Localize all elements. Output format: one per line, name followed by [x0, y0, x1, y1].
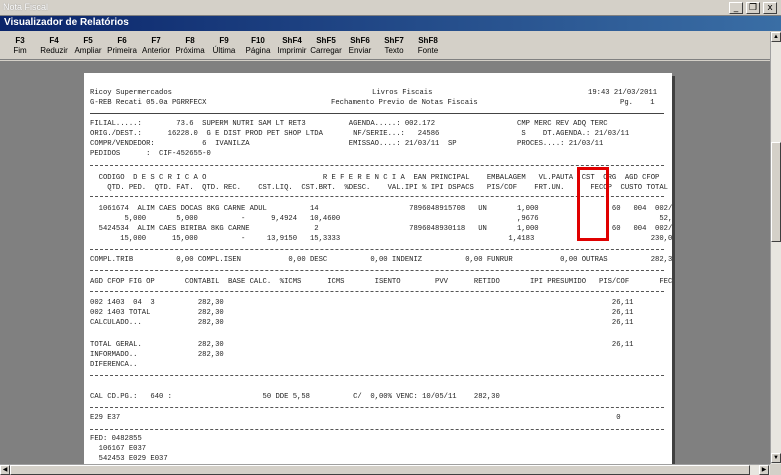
- toolbar-enviar-button[interactable]: ShF6 Enviar: [342, 35, 378, 56]
- toolbar-anterior-button[interactable]: F7 Anterior: [138, 35, 174, 56]
- toolbar-reduzir-button[interactable]: F4 Reduzir: [36, 35, 72, 56]
- toolbar-key: ShF6: [350, 36, 370, 45]
- toolbar-label: Carregar: [310, 46, 342, 55]
- report-viewer-title: Visualizador de Relatórios: [4, 17, 129, 28]
- toolbar-key: F5: [83, 36, 93, 45]
- toolbar-label: Enviar: [348, 46, 372, 55]
- separator: [90, 249, 664, 250]
- toolbar-carregar-button[interactable]: ShF5 Carregar: [308, 35, 344, 56]
- toolbar-fonte-button[interactable]: ShF8 Fonte: [410, 35, 446, 56]
- report-page-number: Pg. 1: [620, 99, 655, 107]
- toolbar-key: F10: [251, 36, 265, 45]
- separator: [90, 113, 664, 114]
- horizontal-scroll-thumb[interactable]: [10, 465, 750, 475]
- totals-line: COMPL.TRIB 0,00 COMPL.ISEN 0,00 DESC 0,0…: [90, 256, 672, 264]
- fed-line: 542453 E029 E037: [90, 455, 168, 463]
- info-line: COMPR/VENDEDOR: 6 IVANILZA EMISSAO....: …: [90, 140, 604, 148]
- toolbar-key: ShF5: [316, 36, 336, 45]
- toolbar-proxima-button[interactable]: F8 Próxima: [172, 35, 208, 56]
- outer-window-title: Nota Fiscal: [3, 2, 49, 12]
- calc-row: 002 1403 TOTAL 282,30 26,11: [90, 309, 634, 317]
- outer-window-titlebar[interactable]: Nota Fiscal _ ❐ x: [0, 0, 781, 16]
- info-line: ORIG./DEST.: 16228.0 G E DIST PROD PET S…: [90, 130, 630, 138]
- toolbar-pagina-button[interactable]: F10 Página: [240, 35, 276, 56]
- toolbar-label: Texto: [384, 46, 404, 55]
- scroll-corner: [770, 464, 781, 475]
- toolbar-label: Anterior: [141, 46, 170, 55]
- toolbar-key: ShF4: [282, 36, 302, 45]
- toolbar-key: F7: [151, 36, 161, 45]
- toolbar-key: F3: [15, 36, 25, 45]
- toolbar-label: Reduzir: [40, 46, 68, 55]
- toolbar-label: Primeira: [107, 46, 137, 55]
- info-line: PEDIDOS : CIF-452655-0: [90, 150, 211, 158]
- calc-header: AGD CFOP FIG OP CONTABIL BASE CALC. %ICM…: [90, 278, 672, 286]
- fed-line: 106167 E037: [90, 445, 147, 453]
- toolbar-label: Próxima: [175, 46, 205, 55]
- function-key-toolbar: F3 Fim F4 Reduzir F5 Ampliar F6 Primeira F7 A…: [0, 32, 781, 60]
- toolbar-key: F8: [185, 36, 195, 45]
- separator: [90, 407, 664, 408]
- total-row: TOTAL GERAL. 282,30 26,11: [90, 341, 634, 349]
- minimize-button[interactable]: _: [729, 2, 743, 14]
- toolbar-ampliar-button[interactable]: F5 Ampliar: [70, 35, 106, 56]
- payment-condition: CAL CD.PG.: 640 : 50 DDE 5,58 C/ 0,00% V…: [90, 393, 500, 401]
- scroll-right-icon[interactable]: ▶: [759, 465, 769, 475]
- horizontal-scrollbar[interactable]: ◀ ▶: [0, 464, 770, 475]
- separator: [90, 291, 664, 292]
- toolbar-fim-button[interactable]: F3 Fim: [2, 35, 38, 56]
- total-row: INFORMADO.. 282,30: [90, 351, 224, 359]
- report-datetime: 19:43 21/03/2011: [588, 89, 658, 97]
- toolbar-label: Ampliar: [74, 46, 102, 55]
- scroll-down-icon[interactable]: ▼: [771, 453, 781, 463]
- report-program: G-REB Recati 05.0a PGRRFECX: [90, 99, 207, 107]
- toolbar-label: Imprimir: [277, 46, 307, 55]
- total-row: DIFERENCA..: [90, 361, 138, 369]
- separator: [90, 165, 664, 166]
- report-company: Ricoy Supermercados: [90, 89, 172, 97]
- report-title: Fechamento Previo de Notas Fiscais: [331, 99, 478, 107]
- fed-line: FED: 0482855: [90, 435, 142, 443]
- scroll-up-icon[interactable]: ▲: [771, 32, 781, 42]
- restore-button[interactable]: ❐: [746, 2, 760, 14]
- toolbar-label: Última: [212, 46, 236, 55]
- report-page: Ricoy Supermercados Livros Fiscais 19:43…: [84, 73, 672, 464]
- report-viewer-titlebar[interactable]: Visualizador de Relatórios: [0, 16, 781, 31]
- toolbar-key: F6: [117, 36, 127, 45]
- toolbar-label: Página: [245, 46, 271, 55]
- toolbar-primeira-button[interactable]: F6 Primeira: [104, 35, 140, 56]
- exception-codes: E29 E37 0: [90, 414, 621, 422]
- toolbar-ultima-button[interactable]: F9 Última: [206, 35, 242, 56]
- toolbar-key: ShF8: [418, 36, 438, 45]
- cst-highlight-box: [577, 167, 609, 241]
- toolbar-label: Fonte: [417, 46, 439, 55]
- vertical-scrollbar[interactable]: ▲ ▼: [770, 32, 781, 464]
- toolbar-texto-button[interactable]: ShF7 Texto: [376, 35, 412, 56]
- toolbar-label: Fim: [13, 46, 27, 55]
- window-controls: _ ❐ x: [729, 2, 777, 14]
- vertical-scroll-thumb[interactable]: [771, 142, 781, 242]
- toolbar-key: ShF7: [384, 36, 404, 45]
- close-button[interactable]: x: [763, 2, 777, 14]
- toolbar-imprimir-button[interactable]: ShF4 Imprimir: [274, 35, 310, 56]
- info-line: FILIAL.....: 73.6 SUPERM NUTRI SAM LT RE…: [90, 120, 608, 128]
- toolbar-key: F9: [219, 36, 229, 45]
- separator: [90, 375, 664, 376]
- scroll-left-icon[interactable]: ◀: [0, 465, 10, 475]
- column-header: CODIGO D E S C R I C A O R E F E R E N C…: [90, 174, 660, 182]
- toolbar-key: F4: [49, 36, 59, 45]
- separator: [90, 270, 664, 271]
- calc-row: CALCULADO... 282,30 26,11: [90, 319, 634, 327]
- calc-row: 002 1403 04 3 282,30 26,11: [90, 299, 634, 307]
- separator: [90, 429, 664, 430]
- report-book-title: Livros Fiscais: [372, 89, 433, 97]
